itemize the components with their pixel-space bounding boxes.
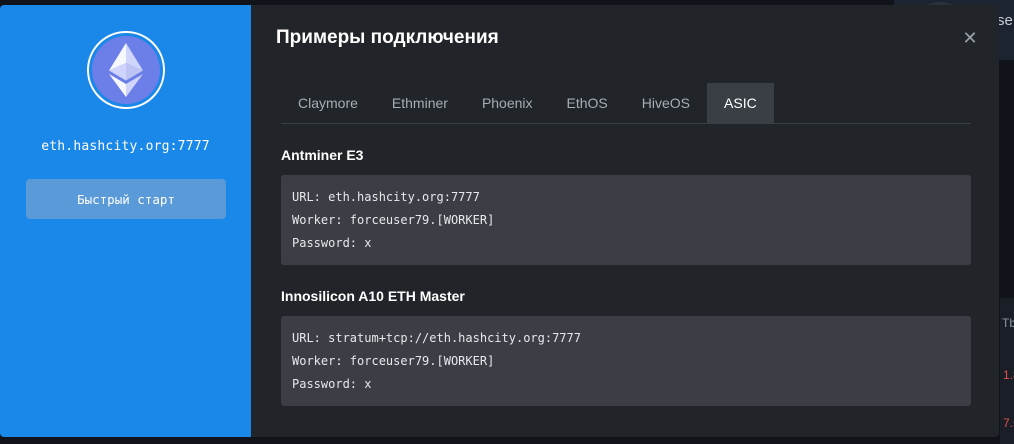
config-block-innosilicon: URL: stratum+tcp://eth.hashcity.org:7777… xyxy=(281,316,971,406)
pool-sidebar: eth.hashcity.org:7777 Быстрый старт xyxy=(0,5,251,437)
miner-tabs: Claymore Ethminer Phoenix EthOS HiveOS A… xyxy=(281,83,971,124)
config-worker: Worker: forceuser79.[WORKER] xyxy=(292,213,495,227)
background-user-text: se xyxy=(997,12,1013,29)
tab-ethminer[interactable]: Ethminer xyxy=(375,83,465,123)
config-url: URL: stratum+tcp://eth.hashcity.org:7777 xyxy=(292,331,581,345)
tab-phoenix[interactable]: Phoenix xyxy=(465,83,550,123)
tab-asic[interactable]: ASIC xyxy=(707,83,774,123)
connection-examples-modal: eth.hashcity.org:7777 Быстрый старт Прим… xyxy=(0,5,999,437)
pool-logo xyxy=(87,31,165,109)
quick-start-button[interactable]: Быстрый старт xyxy=(26,179,226,219)
tab-ethos[interactable]: EthOS xyxy=(550,83,625,123)
background-value-1: 1.8 xyxy=(1003,368,1014,382)
tab-claymore[interactable]: Claymore xyxy=(281,83,375,123)
modal-content: Примеры подключения ✕ Claymore Ethminer … xyxy=(251,5,999,437)
pool-address: eth.hashcity.org:7777 xyxy=(41,139,210,154)
config-password: Password: x xyxy=(292,236,372,250)
config-password: Password: x xyxy=(292,377,372,391)
config-block-antminer: URL: eth.hashcity.org:7777 Worker: force… xyxy=(281,175,971,265)
tab-hiveos[interactable]: HiveOS xyxy=(625,83,707,123)
config-worker: Worker: forceuser79.[WORKER] xyxy=(292,354,495,368)
modal-title: Примеры подключения xyxy=(276,27,499,48)
background-value-2: 7.5 xyxy=(1003,416,1014,430)
config-url: URL: eth.hashcity.org:7777 xyxy=(292,190,480,204)
background-column-header: Tbl xyxy=(1002,316,1014,330)
close-icon[interactable]: ✕ xyxy=(961,29,979,47)
device-title-antminer: Antminer E3 xyxy=(281,147,364,163)
ethereum-icon xyxy=(92,36,160,104)
device-title-innosilicon: Innosilicon A10 ETH Master xyxy=(281,288,465,304)
